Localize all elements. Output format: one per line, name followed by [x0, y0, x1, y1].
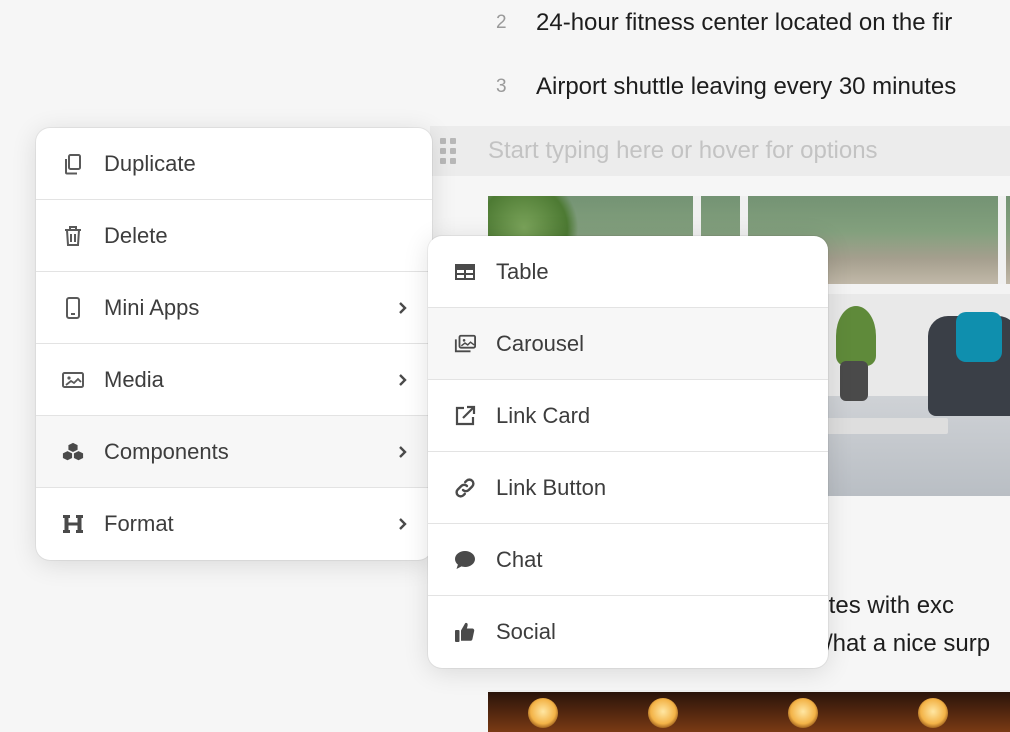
block-context-menu: Duplicate Delete Mini Apps Media Compone…	[36, 128, 432, 560]
chevron-right-icon	[396, 373, 410, 387]
submenu-item-label: Chat	[496, 546, 543, 572]
menu-item-duplicate[interactable]: Duplicate	[36, 128, 432, 200]
submenu-item-label: Carousel	[496, 330, 585, 356]
paragraph-text[interactable]: /hat a nice surp	[826, 630, 990, 658]
submenu-item-label: Social	[496, 619, 556, 644]
chevron-right-icon	[396, 301, 410, 315]
image-icon	[62, 369, 84, 391]
chevron-right-icon	[396, 445, 410, 459]
list-text[interactable]: 24-hour fitness center located on the fi…	[536, 9, 952, 37]
empty-block-row[interactable]: Start typing here or hover for options	[430, 126, 1010, 176]
menu-item-media[interactable]: Media	[36, 344, 432, 416]
chat-bubble-icon	[454, 549, 476, 571]
submenu-item-social[interactable]: Social	[428, 596, 828, 668]
submenu-item-label: Link Button	[496, 474, 607, 500]
thumbs-up-icon	[454, 621, 476, 643]
table-icon	[454, 261, 476, 283]
external-link-icon	[454, 405, 476, 427]
menu-item-components[interactable]: Components	[36, 416, 432, 488]
submenu-item-label: Link Card	[496, 402, 591, 428]
trash-icon	[62, 225, 84, 247]
bar-image	[488, 690, 1010, 732]
menu-item-format[interactable]: Format	[36, 488, 432, 560]
submenu-item-link-button[interactable]: Link Button	[428, 452, 828, 524]
cubes-icon	[62, 441, 84, 463]
mobile-icon	[62, 296, 84, 319]
submenu-item-table[interactable]: Table	[428, 236, 828, 308]
link-icon	[454, 477, 476, 499]
list-number: 3	[496, 76, 507, 97]
menu-item-label: Format	[104, 511, 174, 536]
submenu-item-link-card[interactable]: Link Card	[428, 380, 828, 452]
menu-item-mini-apps[interactable]: Mini Apps	[36, 272, 432, 344]
menu-item-label: Duplicate	[104, 150, 196, 176]
menu-item-label: Components	[104, 438, 229, 464]
menu-item-delete[interactable]: Delete	[36, 200, 432, 272]
submenu-item-label: Table	[496, 258, 549, 284]
components-submenu: Table Carousel Link Card Link Button Cha…	[428, 236, 828, 668]
carousel-icon	[454, 333, 476, 355]
list-number: 2	[496, 12, 507, 33]
menu-item-label: Mini Apps	[104, 294, 200, 320]
menu-item-label: Delete	[104, 222, 168, 248]
duplicate-icon	[62, 153, 84, 175]
drag-handle-icon[interactable]	[440, 138, 456, 164]
chevron-right-icon	[396, 517, 410, 531]
block-placeholder[interactable]: Start typing here or hover for options	[488, 137, 878, 165]
submenu-item-chat[interactable]: Chat	[428, 524, 828, 596]
heading-icon	[62, 513, 84, 535]
menu-item-label: Media	[104, 366, 164, 392]
submenu-item-carousel[interactable]: Carousel	[428, 308, 828, 380]
list-text[interactable]: Airport shuttle leaving every 30 minutes	[536, 73, 956, 101]
